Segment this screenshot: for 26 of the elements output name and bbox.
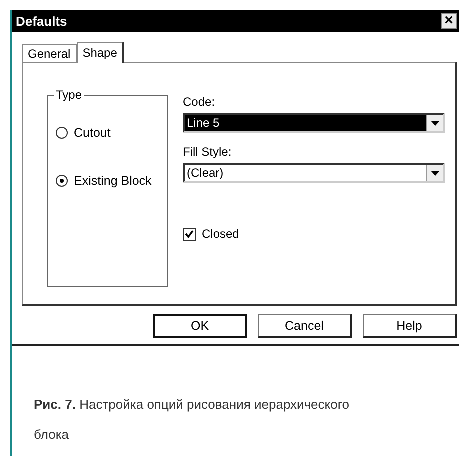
radio-label: Existing Block	[74, 174, 152, 188]
radio-icon[interactable]	[56, 127, 68, 139]
field-label: Fill Style:	[183, 145, 233, 159]
dialog-button[interactable]: Help	[363, 314, 457, 338]
dropdown[interactable]: Line 5	[183, 113, 445, 133]
checkbox[interactable]	[183, 228, 196, 240]
dropdown[interactable]: (Clear)	[183, 163, 445, 183]
caret-icon	[430, 120, 440, 126]
dropdown-button[interactable]	[426, 115, 443, 131]
tab[interactable]: General	[22, 44, 77, 62]
dialog-button[interactable]: Cancel	[258, 314, 352, 338]
group-title: Type	[54, 88, 84, 102]
dropdown-value: Line 5	[185, 115, 426, 131]
window-title: Defaults	[16, 14, 68, 28]
radio-label: Cutout	[74, 126, 111, 140]
radio-option[interactable]: Existing Block	[56, 174, 167, 188]
dialog-button[interactable]: OK	[153, 314, 247, 338]
radio-option[interactable]: Cutout	[56, 126, 167, 140]
radio-icon[interactable]	[56, 175, 68, 187]
field-label: Code:	[183, 95, 216, 109]
figure-caption: Рис. 7. Настройка опций рисования иерархического блока	[34, 396, 351, 444]
close-button[interactable]: ×	[441, 13, 457, 29]
tab[interactable]: Shape	[76, 42, 124, 63]
checkbox-label: Closed	[202, 227, 240, 241]
caret-icon	[430, 170, 440, 176]
dropdown-button[interactable]	[426, 165, 443, 181]
